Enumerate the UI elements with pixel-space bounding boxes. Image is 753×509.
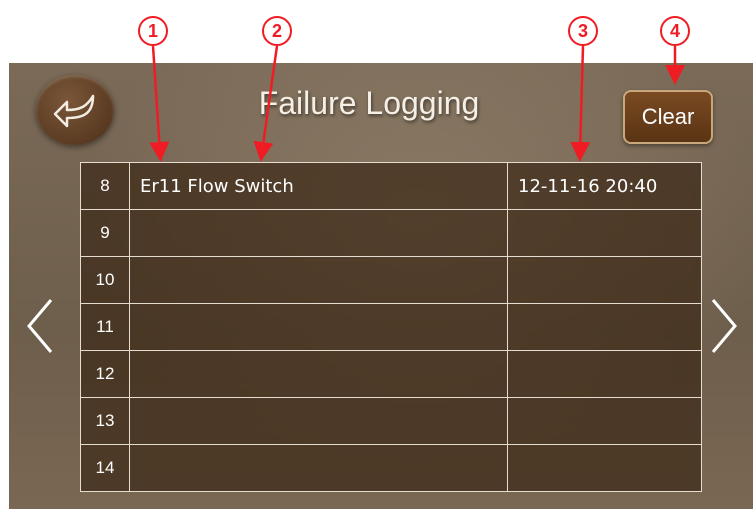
failure-description: [129, 303, 508, 351]
table-row[interactable]: 9: [80, 209, 702, 257]
failure-description: [129, 209, 508, 257]
row-index: 9: [80, 209, 130, 257]
failure-description: [129, 256, 508, 304]
failure-timestamp: [507, 303, 702, 351]
chevron-right-icon[interactable]: [709, 296, 739, 356]
table-row[interactable]: 12: [80, 350, 702, 398]
device-screen: Failure Logging Clear 8 Er11 Flow Switch…: [9, 63, 753, 509]
failure-timestamp: [507, 444, 702, 492]
row-index: 12: [80, 350, 130, 398]
failure-timestamp: [507, 350, 702, 398]
table-row[interactable]: 13: [80, 397, 702, 445]
table-row[interactable]: 10: [80, 256, 702, 304]
row-index: 13: [80, 397, 130, 445]
failure-description: [129, 444, 508, 492]
page-title: Failure Logging: [258, 85, 480, 121]
failure-log-table: 8 Er11 Flow Switch 12-11-16 20:40 9 10 1…: [80, 162, 702, 492]
failure-description: [129, 397, 508, 445]
callout-3: 3: [568, 16, 598, 46]
table-row[interactable]: 14: [80, 444, 702, 492]
clear-button[interactable]: Clear: [623, 90, 713, 144]
chevron-left-icon[interactable]: [25, 296, 55, 356]
table-row[interactable]: 11: [80, 303, 702, 351]
back-button[interactable]: [36, 75, 114, 145]
failure-description: [129, 350, 508, 398]
row-index: 11: [80, 303, 130, 351]
callout-4: 4: [660, 16, 690, 46]
back-arrow-icon: [53, 94, 95, 128]
row-index: 14: [80, 444, 130, 492]
row-index: 10: [80, 256, 130, 304]
table-row[interactable]: 8 Er11 Flow Switch 12-11-16 20:40: [80, 162, 702, 210]
failure-timestamp: 12-11-16 20:40: [507, 162, 702, 210]
failure-timestamp: [507, 209, 702, 257]
callout-2: 2: [262, 16, 292, 46]
failure-timestamp: [507, 256, 702, 304]
callout-1: 1: [138, 16, 168, 46]
failure-timestamp: [507, 397, 702, 445]
row-index: 8: [80, 162, 130, 210]
failure-description: Er11 Flow Switch: [129, 162, 508, 210]
